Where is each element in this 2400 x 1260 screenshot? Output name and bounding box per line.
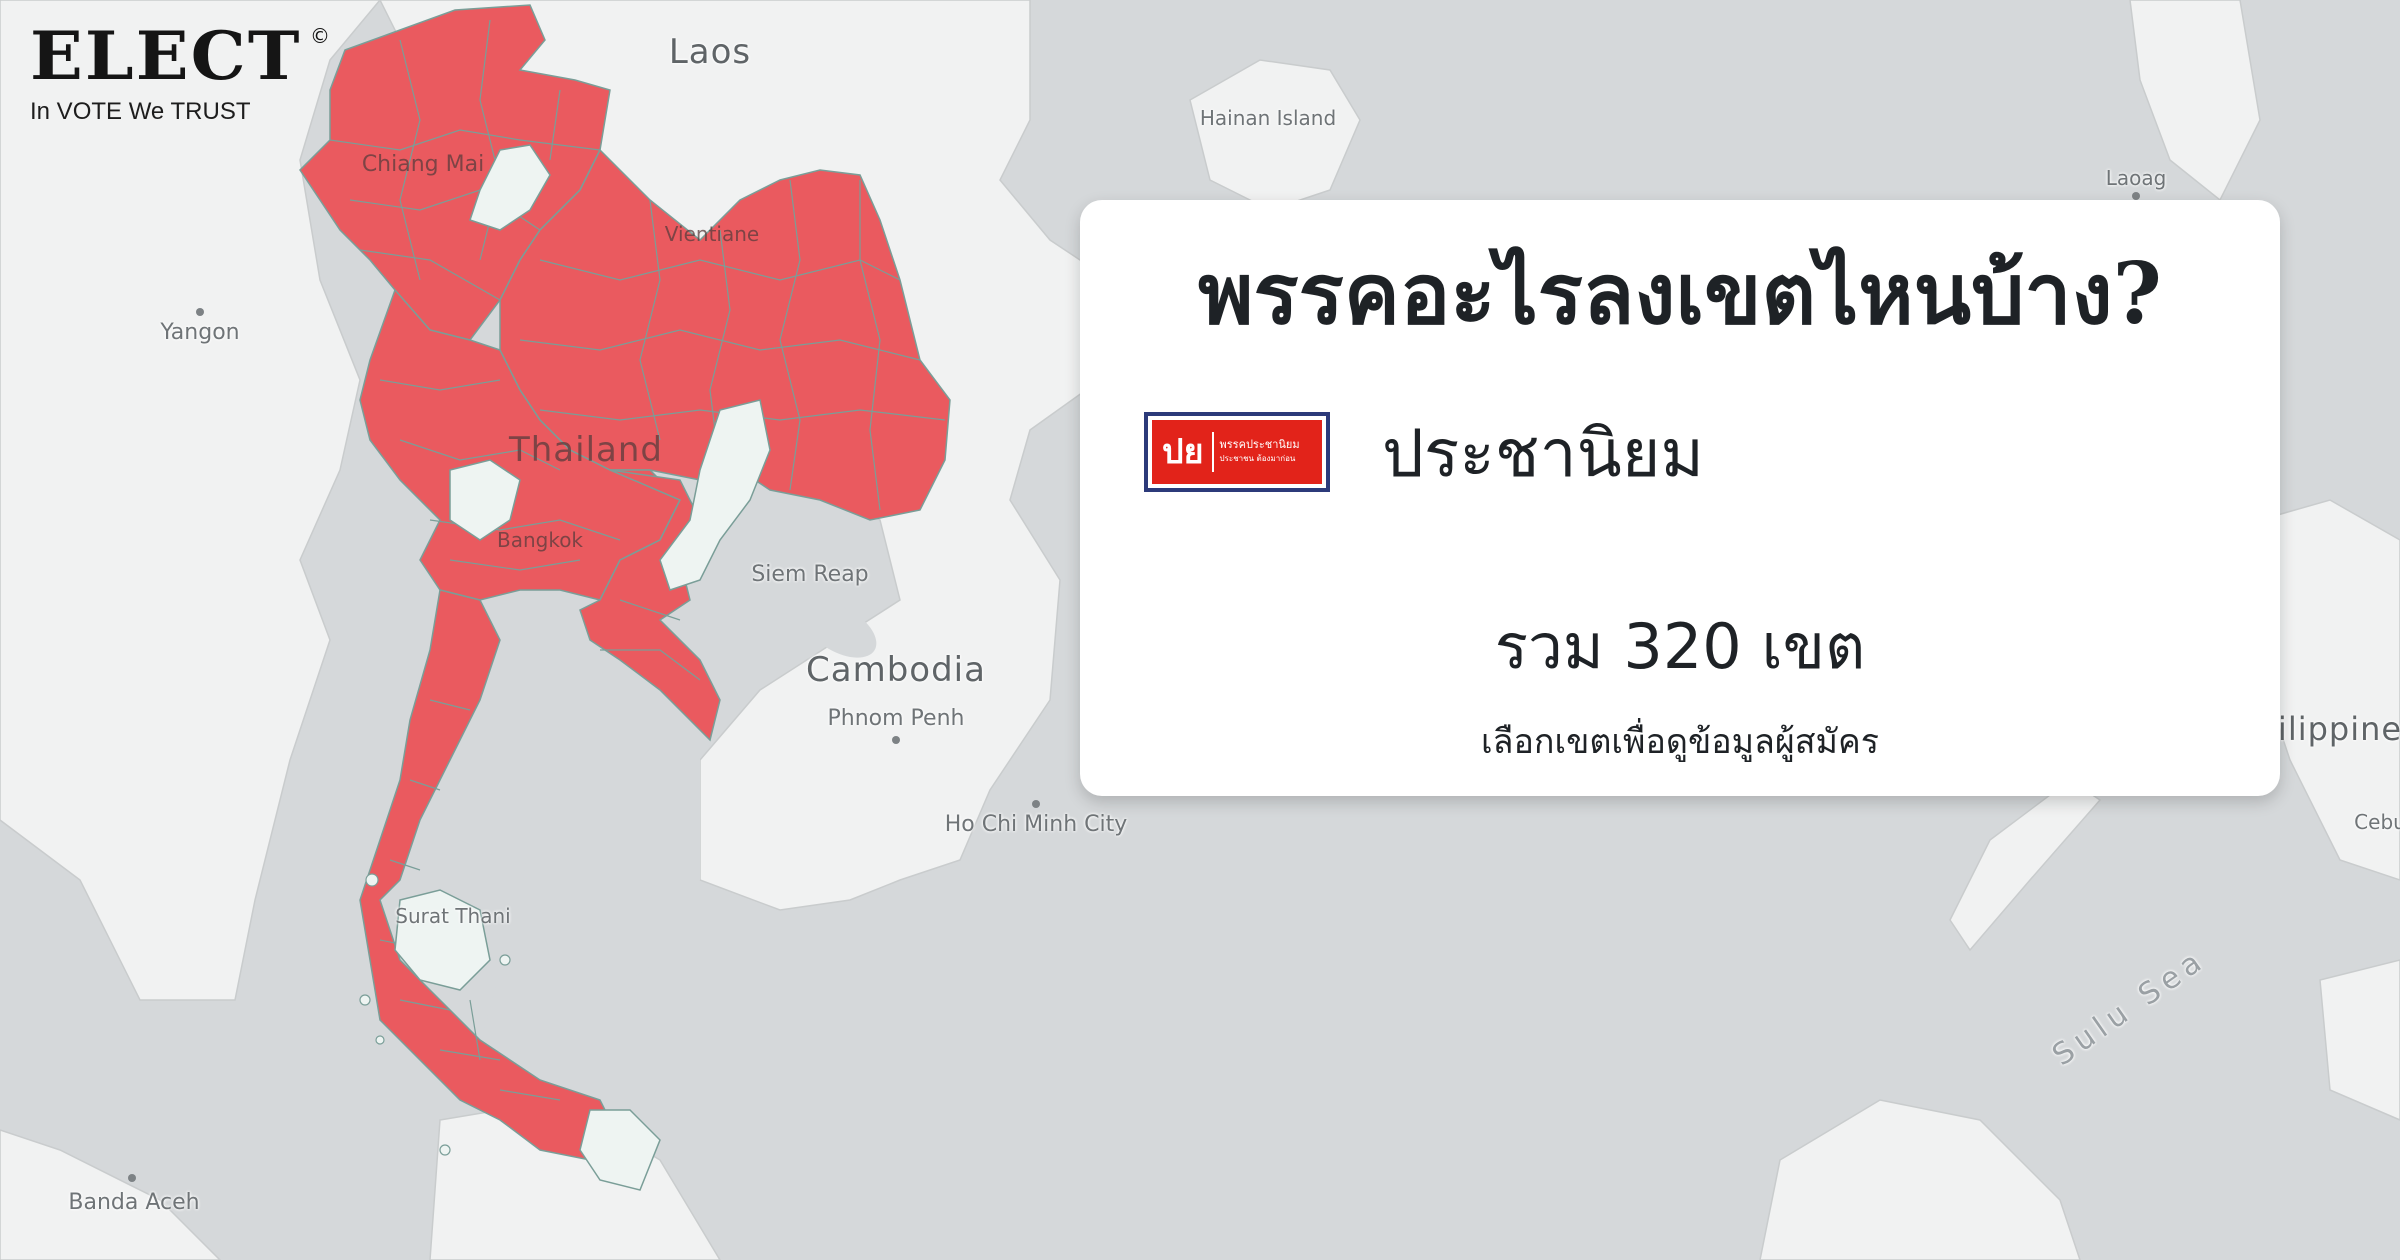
city-dot-ho-chi-minh — [1032, 800, 1040, 808]
label-philippines: ilippine — [2277, 710, 2400, 748]
label-hainan: Hainan Island — [1199, 106, 1337, 130]
label-laos: Laos — [668, 32, 752, 72]
party-name[interactable]: ประชานิยม — [1382, 414, 1704, 494]
label-yangon: Yangon — [160, 320, 240, 345]
label-laoag: Laoag — [2105, 166, 2167, 190]
card-title: พรรคอะไรลงเขตไหนบ้าง? — [1198, 244, 2162, 343]
city-dot-banda-aceh — [128, 1174, 136, 1182]
label-cebu: Cebu — [2354, 810, 2400, 834]
label-vientiane: Vientiane — [664, 222, 760, 246]
city-dot-phnom-penh — [892, 736, 900, 744]
select-district-hint: เลือกเขตเพื่อดูข้อมูลผู้สมัคร — [1481, 722, 1879, 762]
total-districts: รวม 320 เขต — [1494, 610, 1866, 683]
party-logo-name: พรรคประชานิยม — [1219, 438, 1300, 451]
label-chiang-mai: Chiang Mai — [361, 152, 485, 177]
party-logo-badge: ปย พรรคประชานิยม ประชาชน ต้องมาก่อน — [1152, 420, 1322, 484]
label-cambodia: Cambodia — [806, 650, 986, 690]
party-logo-text: พรรคประชานิยม ประชาชน ต้องมาก่อน — [1214, 438, 1300, 466]
label-phnom-penh: Phnom Penh — [827, 706, 965, 731]
city-dot-laoag — [2132, 192, 2140, 200]
party-logo[interactable]: ปย พรรคประชานิยม ประชาชน ต้องมาก่อน — [1144, 412, 1330, 492]
brand-tagline: In VOTE We TRUST — [30, 98, 251, 125]
registered-mark: © — [310, 24, 330, 48]
party-info-card: พรรคอะไรลงเขตไหนบ้าง? ปย พรรคประชานิยม ป… — [1080, 200, 2280, 796]
label-banda-aceh: Banda Aceh — [68, 1190, 200, 1215]
label-ho-chi-minh: Ho Chi Minh City — [944, 812, 1128, 837]
party-logo-abbr: ปย — [1152, 432, 1214, 472]
label-surat-thani: Surat Thani — [395, 904, 511, 928]
party-logo-slogan: ประชาชน ต้องมาก่อน — [1219, 454, 1296, 463]
brand-logo[interactable]: ELECT — [30, 18, 302, 94]
label-bangkok: Bangkok — [496, 528, 584, 552]
brand: ELECT © In VOTE We TRUST — [30, 18, 330, 126]
city-dot-yangon — [196, 308, 204, 316]
label-siem-reap: Siem Reap — [751, 562, 869, 587]
label-thailand: Thailand — [508, 430, 664, 470]
